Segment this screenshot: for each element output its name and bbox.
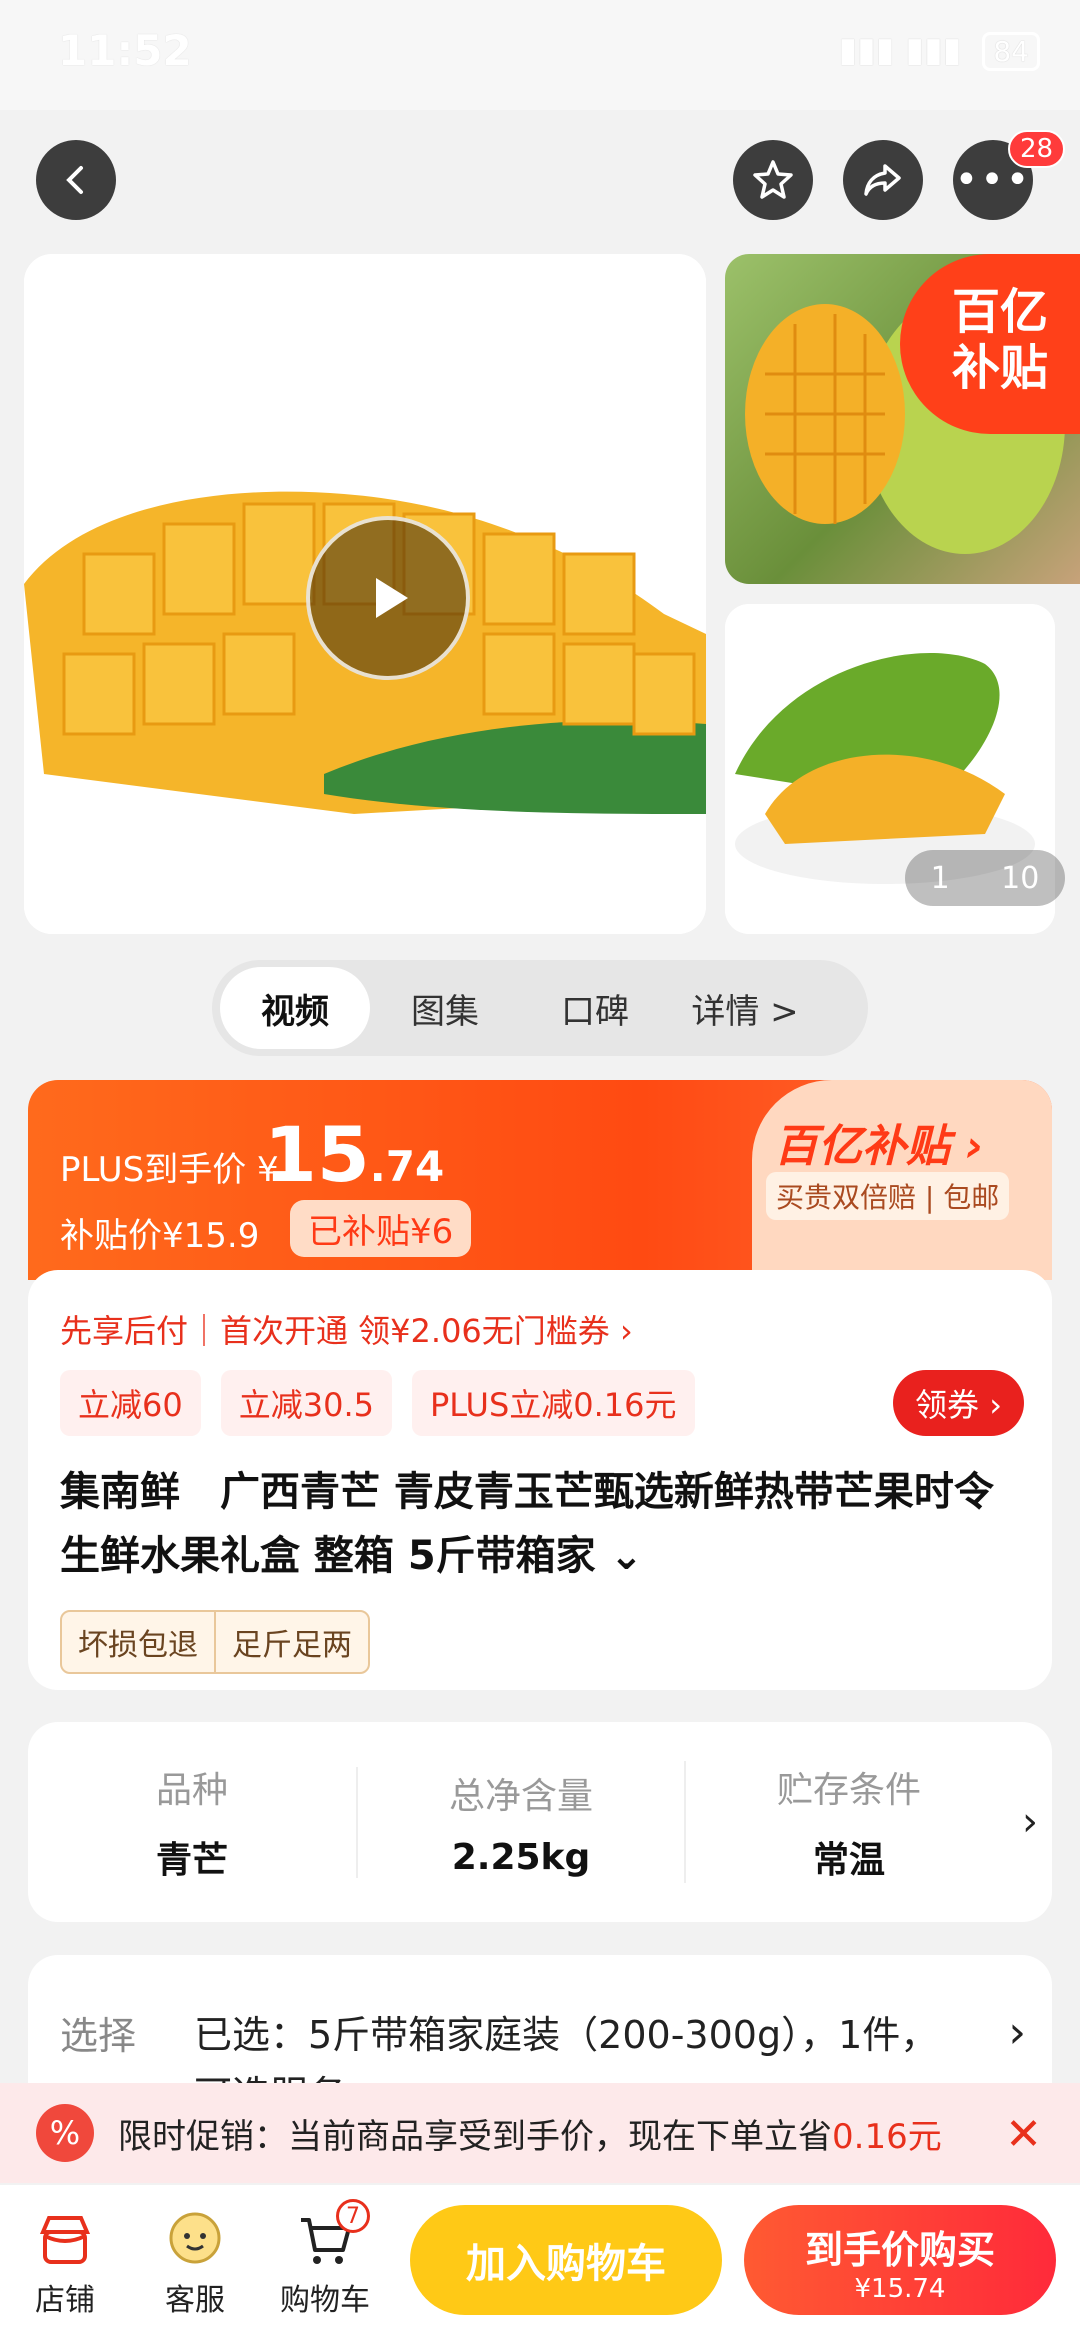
subsidy-tag-line1: 百亿 xyxy=(951,284,1048,340)
select-label: 选择 xyxy=(60,2014,137,2058)
cart-button[interactable]: 7 购物车 xyxy=(270,2199,380,2319)
spec-value: 2.25kg xyxy=(451,1836,591,1878)
bottom-action-bar: 店铺 客服 7 购物车 加入购物车 到手价购买 ¥15.74 xyxy=(0,2185,1080,2340)
image-counter: 1 10 xyxy=(905,850,1065,906)
top-nav: ••• xyxy=(0,140,1080,240)
get-coupon-button[interactable]: 领券 › xyxy=(893,1370,1024,1436)
chevron-left-icon xyxy=(66,166,83,194)
limited-promo-banner[interactable]: % 限时促销：当前商品享受到手价，现在下单立省0.16元 ✕ xyxy=(0,2083,1080,2183)
subsidized-badge: 已补贴¥6 xyxy=(290,1200,472,1257)
image-index: 1 xyxy=(930,860,950,896)
battery-icon: 84 xyxy=(982,32,1040,71)
tab-video[interactable]: 视频 xyxy=(220,967,370,1049)
cart-label: 购物车 xyxy=(280,2283,370,2318)
chevron-right-icon[interactable]: › xyxy=(1022,1799,1038,1845)
service-badges: 坏损包退 足斤足两 xyxy=(60,1610,370,1674)
media-tabs: 视频 图集 口碑 详情 > xyxy=(212,960,868,1056)
status-time: 11:52 xyxy=(58,26,192,75)
subsidy-tag-line2: 补贴 xyxy=(951,340,1048,396)
promo-text: 限时促销：当前商品享受到手价，现在下单立省0.16元 xyxy=(118,2109,942,2158)
subsidy-tag: 百亿 补贴 xyxy=(900,254,1080,434)
shop-icon xyxy=(10,2205,120,2275)
subsidy-brand[interactable]: 百亿补贴 › xyxy=(774,1110,983,1174)
service-badge: 足斤足两 xyxy=(214,1612,368,1672)
plus-price-label: PLUS到手价 ¥ xyxy=(60,1150,279,1190)
message-count-badge: 28 xyxy=(1008,130,1066,168)
percent-icon: % xyxy=(36,2104,94,2162)
star-icon xyxy=(753,160,793,199)
discount-chips: 立减60 立减30.5 PLUS立减0.16元 xyxy=(60,1370,695,1436)
plus-price-int: 15 xyxy=(264,1110,370,1199)
play-icon xyxy=(376,578,408,618)
price-card: PLUS到手价 ¥ 15.74 补贴价¥15.9 已补贴¥6 百亿补贴 › 买贵… xyxy=(28,1080,1052,1280)
share-button[interactable] xyxy=(843,140,923,220)
discount-chip[interactable]: PLUS立减0.16元 xyxy=(412,1370,695,1436)
close-icon[interactable]: ✕ xyxy=(1005,2109,1042,2160)
chevron-right-icon: › xyxy=(1008,2007,1026,2058)
product-info-card: 先享后付｜首次开通 领¥2.06无门槛券 › 立减60 立减30.5 PLUS立… xyxy=(28,1270,1052,1690)
share-icon xyxy=(864,164,901,196)
main-video-thumbnail[interactable] xyxy=(24,254,706,934)
tab-details[interactable]: 详情 > xyxy=(670,967,820,1049)
product-title[interactable]: 集南鲜 广西青芒 青皮青玉芒甄选新鲜热带芒果时令生鲜水果礼盒 整箱 5斤带箱家 … xyxy=(60,1460,1020,1588)
discount-chip[interactable]: 立减30.5 xyxy=(220,1370,392,1436)
spec-key: 贮存条件 xyxy=(776,1770,921,1811)
service-badge: 坏损包退 xyxy=(78,1628,198,1663)
signal-icon: ▮▮▮ ▮▮▮ xyxy=(838,30,962,70)
spec-key: 品种 xyxy=(155,1770,228,1811)
shop-button[interactable]: 店铺 xyxy=(10,2205,120,2319)
tab-reviews[interactable]: 口碑 xyxy=(520,967,670,1049)
buy-price: ¥15.74 xyxy=(854,2274,946,2304)
plus-price: 15.74 xyxy=(264,1110,444,1199)
status-bar: 11:52 ▮▮▮ ▮▮▮ 84 xyxy=(0,0,1080,110)
gallery-thumbnail-1[interactable]: 百亿 补贴 xyxy=(725,254,1080,584)
status-icons: ▮▮▮ ▮▮▮ 84 xyxy=(838,30,1040,71)
favorite-button[interactable] xyxy=(733,140,813,220)
buy-now-button[interactable]: 到手价购买 ¥15.74 xyxy=(744,2205,1056,2315)
subsidy-price: 补贴价¥15.9 xyxy=(60,1216,260,1256)
service-icon xyxy=(140,2205,250,2275)
spec-net-weight: 总净含量 2.25kg xyxy=(356,1766,684,1878)
spec-storage: 贮存条件 常温 xyxy=(684,1761,1012,1883)
promo-amount: 0.16元 xyxy=(832,2116,942,2157)
shop-label: 店铺 xyxy=(35,2283,95,2318)
buy-label: 到手价购买 xyxy=(804,2228,995,2272)
subsidy-guarantee: 买贵双倍赔 | 包邮 xyxy=(766,1172,1010,1220)
back-button[interactable] xyxy=(36,140,116,220)
tab-gallery[interactable]: 图集 xyxy=(370,967,520,1049)
plus-price-dec: .74 xyxy=(369,1142,445,1191)
spec-value: 常温 xyxy=(812,1840,885,1881)
service-label: 客服 xyxy=(165,2283,225,2318)
image-gallery[interactable]: 百亿 补贴 1 10 xyxy=(0,250,1080,940)
cart-count-badge: 7 xyxy=(336,2199,370,2233)
pay-later-promo[interactable]: 先享后付｜首次开通 领¥2.06无门槛券 › xyxy=(60,1306,633,1352)
spec-card[interactable]: 品种 青芒 总净含量 2.25kg 贮存条件 常温 › xyxy=(28,1722,1052,1922)
spec-value: 青芒 xyxy=(155,1840,228,1881)
play-button[interactable] xyxy=(306,516,470,680)
discount-chip[interactable]: 立减60 xyxy=(60,1370,201,1436)
spec-key: 总净含量 xyxy=(448,1775,593,1817)
promo-message: 限时促销：当前商品享受到手价，现在下单立省 xyxy=(118,2116,832,2157)
image-total: 10 xyxy=(1001,860,1040,896)
spec-variety: 品种 青芒 xyxy=(28,1761,356,1883)
customer-service-button[interactable]: 客服 xyxy=(140,2205,250,2319)
add-to-cart-button[interactable]: 加入购物车 xyxy=(410,2205,722,2315)
